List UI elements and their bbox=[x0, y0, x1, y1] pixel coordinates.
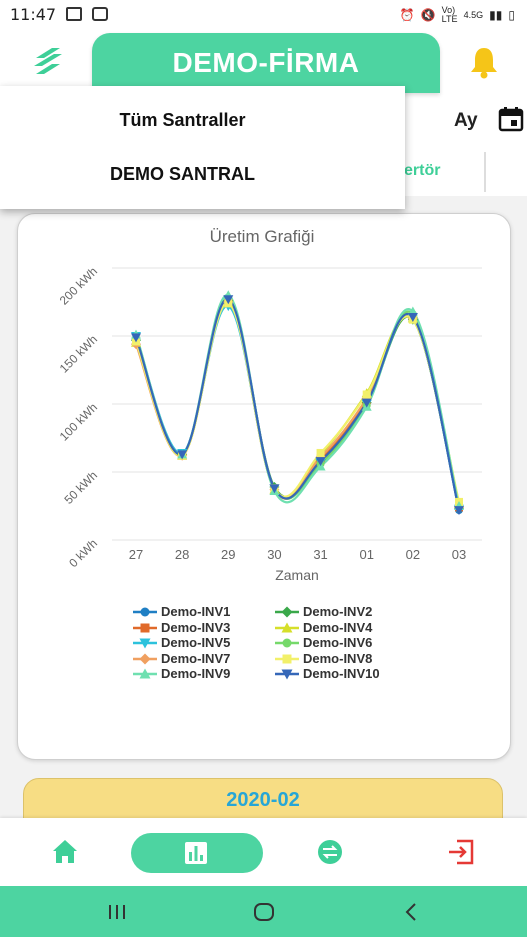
chart-x-tick-label: 30 bbox=[267, 547, 281, 562]
plant-dropdown-menu: Tüm Santraller DEMO SANTRAL bbox=[0, 86, 405, 209]
chart-y-tick-label: 150 kWh bbox=[57, 332, 100, 375]
chart-legend-label: Demo-INV6 bbox=[303, 635, 373, 650]
dropdown-item-all-plants[interactable]: Tüm Santraller bbox=[0, 110, 365, 131]
chart-series-line bbox=[134, 298, 461, 511]
chart-data-point[interactable] bbox=[316, 448, 325, 457]
chart-y-tick-label: 100 kWh bbox=[57, 400, 100, 443]
chart-x-tick-label: 28 bbox=[175, 547, 189, 562]
chart-legend-label: Demo-INV3 bbox=[161, 619, 231, 635]
period-date-label: 2020-02 bbox=[226, 789, 300, 811]
chart-series-line bbox=[134, 300, 461, 508]
chart-x-tick-label: 02 bbox=[406, 547, 420, 562]
chart-y-tick-label: 0 kWh bbox=[66, 536, 100, 570]
legend-marker-icon bbox=[275, 654, 299, 663]
chart-x-tick-label: 29 bbox=[221, 547, 235, 562]
legend-marker-icon bbox=[133, 607, 157, 617]
chart-legend-label: Demo-INV7 bbox=[161, 650, 231, 666]
chart-legend-label: Demo-INV4 bbox=[303, 619, 373, 635]
home-system-icon[interactable] bbox=[250, 898, 278, 926]
logout-icon bbox=[449, 839, 474, 865]
chart-legend-label: Demo-INV2 bbox=[303, 604, 373, 619]
chart-legend-label: Demo-INV9 bbox=[161, 666, 231, 681]
home-icon bbox=[53, 840, 77, 863]
back-icon[interactable] bbox=[398, 898, 426, 926]
chart-series-line bbox=[134, 294, 461, 507]
nav-logout-button[interactable] bbox=[437, 828, 485, 876]
chart-title: Üretim Grafiği bbox=[210, 227, 315, 246]
legend-marker-icon bbox=[275, 638, 299, 648]
chart-x-tick-label: 31 bbox=[313, 547, 327, 562]
dropdown-item-demo-plant[interactable]: DEMO SANTRAL bbox=[0, 164, 365, 185]
chart-x-axis-label: Zaman bbox=[275, 567, 319, 583]
chart-icon bbox=[185, 842, 207, 864]
chart-series-line bbox=[134, 298, 461, 511]
nav-home-button[interactable] bbox=[41, 828, 89, 876]
recent-apps-icon[interactable] bbox=[103, 898, 131, 926]
nav-statistics-button[interactable] bbox=[131, 833, 263, 873]
system-navigation-bar bbox=[0, 886, 527, 937]
legend-marker-icon bbox=[275, 669, 299, 680]
legend-marker-icon bbox=[275, 622, 299, 632]
nav-transfer-button[interactable] bbox=[306, 828, 354, 876]
swap-icon bbox=[318, 840, 342, 864]
bottom-navigation bbox=[0, 818, 527, 886]
chart-y-tick-label: 50 kWh bbox=[61, 468, 100, 507]
legend-marker-icon bbox=[275, 606, 299, 618]
chart-x-tick-label: 01 bbox=[359, 547, 373, 562]
legend-marker-icon bbox=[133, 653, 157, 664]
chart-legend-label: Demo-INV10 bbox=[303, 666, 380, 681]
chart-data-point[interactable] bbox=[362, 390, 371, 399]
chart-x-tick-label: 27 bbox=[129, 547, 143, 562]
legend-marker-icon bbox=[133, 668, 157, 679]
chart-legend-label: Demo-INV8 bbox=[303, 650, 373, 666]
chart-legend-label: Demo-INV5 bbox=[161, 635, 231, 650]
legend-marker-icon bbox=[133, 638, 157, 649]
chart-x-tick-label: 03 bbox=[452, 547, 466, 562]
chart-series-line bbox=[134, 299, 461, 509]
chart-y-tick-label: 200 kWh bbox=[57, 264, 100, 307]
legend-marker-icon bbox=[133, 623, 157, 632]
chart-series-line bbox=[134, 302, 461, 504]
chart-legend-label: Demo-INV1 bbox=[161, 604, 231, 619]
